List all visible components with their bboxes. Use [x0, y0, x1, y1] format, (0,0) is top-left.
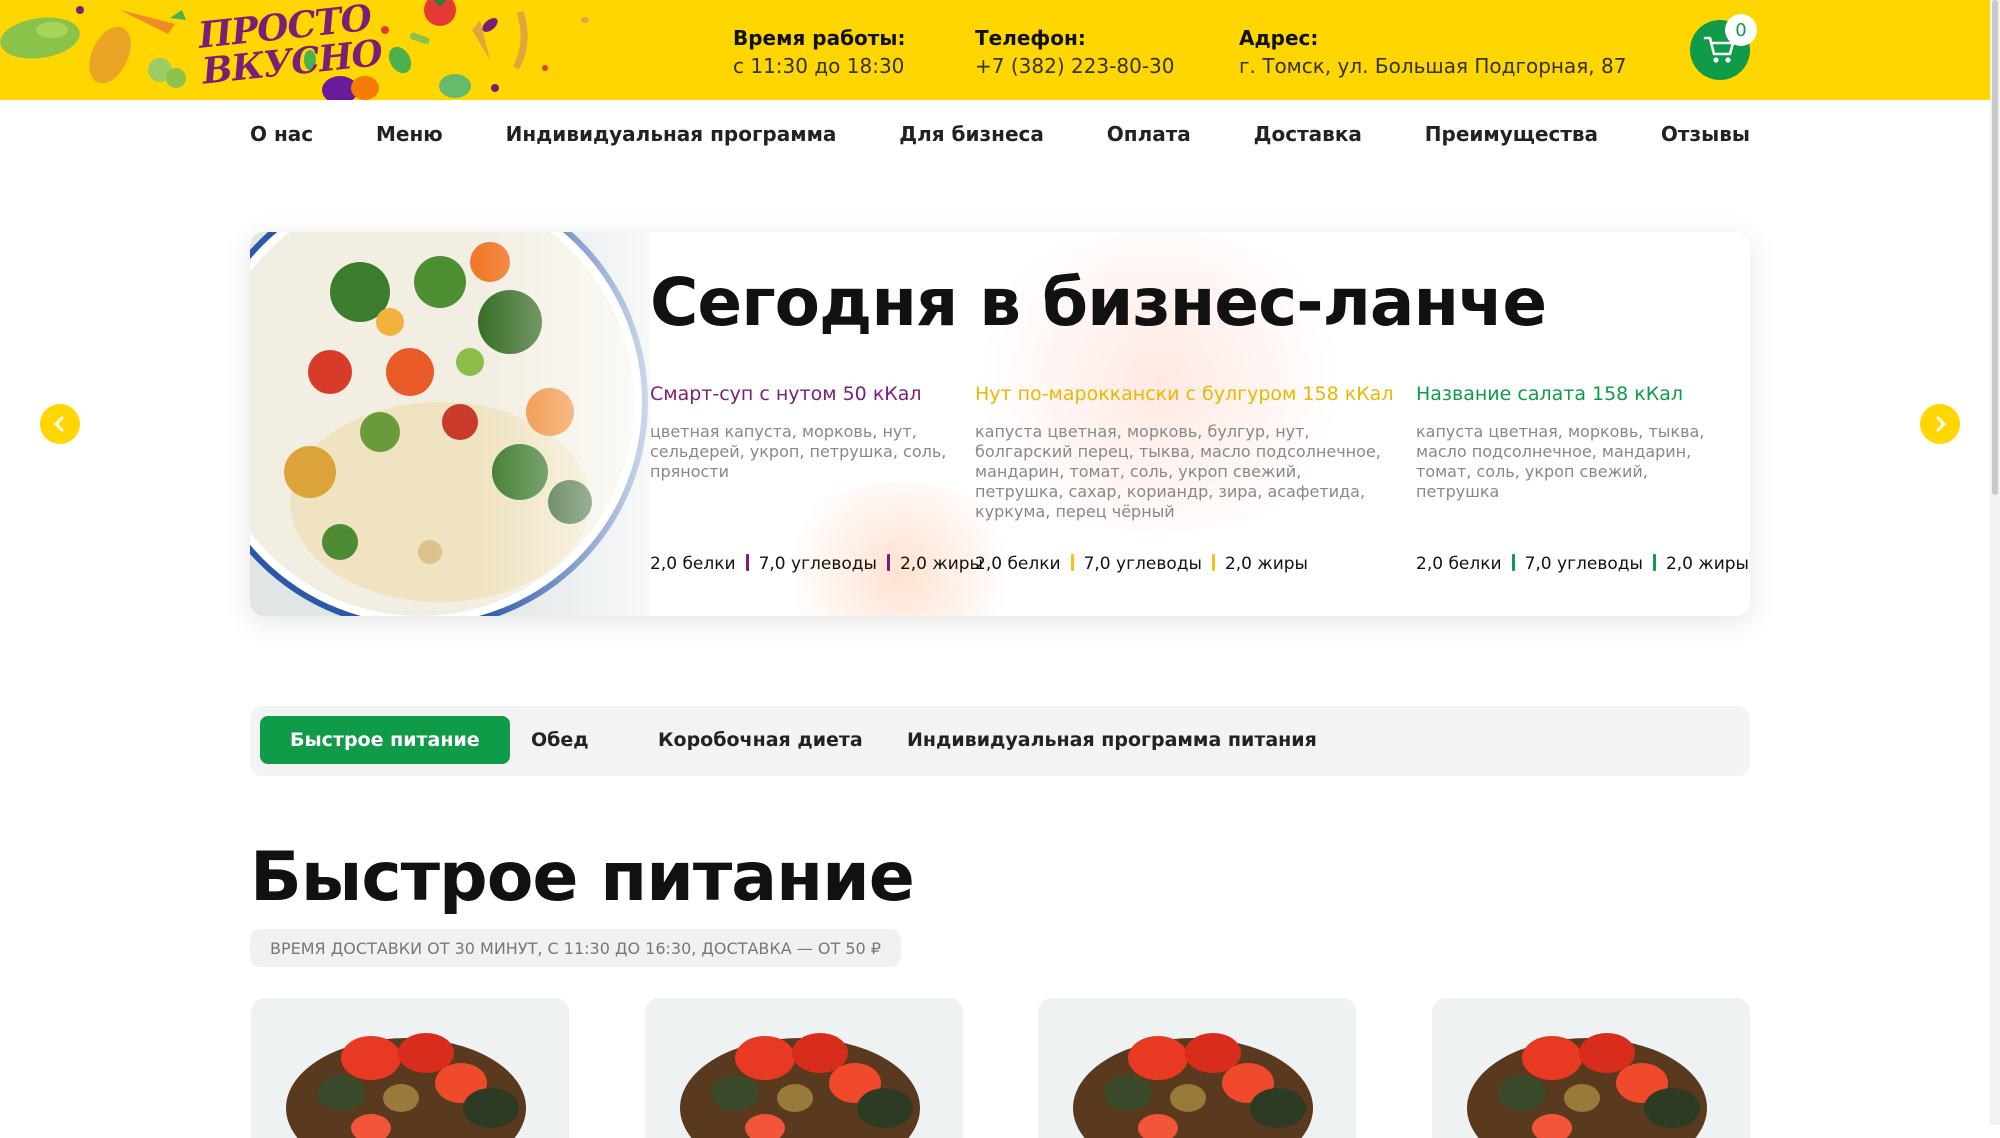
dish-ingredients: капуста цветная, морковь, тыква, масло п… [1416, 422, 1705, 501]
nav-item-individual-program[interactable]: Индивидуальная программа [506, 122, 837, 146]
product-image [1432, 998, 1750, 1138]
logo[interactable]: ПРОСТО ВКУСНО [0, 0, 600, 100]
tab-lunch[interactable]: Обед [531, 716, 589, 764]
dish-card: Смарт-суп с нутом 50 кКал цветная капуст… [650, 382, 990, 482]
header-bar: ПРОСТО ВКУСНО Время работы: с 11:30 до 1… [0, 0, 1990, 100]
slide-title: Сегодня в бизнес-ланче [650, 264, 1547, 341]
divider [1211, 554, 1215, 571]
dish-macros: 2,0 белки 7,0 углеводы 2,0 жиры [650, 554, 983, 574]
business-lunch-slide: Сегодня в бизнес-ланче Смарт-суп с нутом… [250, 232, 1750, 616]
dish-card: Нут по-марокканcки с булгуром 158 кКал к… [975, 382, 1394, 522]
dish-macros: 2,0 белки 7,0 углеводы 2,0 жиры [975, 554, 1308, 574]
slider-next-button[interactable] [1920, 404, 1960, 444]
chevron-right-icon [1936, 416, 1946, 432]
phone-label: Телефон: [975, 26, 1086, 50]
fat-value: 2,0 жиры [1224, 554, 1308, 574]
scrollbar-thumb[interactable] [1992, 0, 1998, 495]
divider [886, 554, 890, 571]
nav-item-reviews[interactable]: Отзывы [1661, 122, 1750, 146]
carbs-value: 7,0 углеводы [1083, 554, 1202, 574]
phone-value[interactable]: +7 (382) 223-80-30 [975, 52, 1174, 80]
carbs-value: 7,0 углеводы [758, 554, 877, 574]
carbs-value: 7,0 углеводы [1524, 554, 1643, 574]
dish-name: Смарт-суп с нутом 50 кКал [650, 383, 922, 405]
main-nav: О нас Меню Индивидуальная программа Для … [250, 118, 1750, 150]
product-card[interactable] [645, 998, 963, 1138]
divider [1652, 554, 1656, 571]
working-hours-label: Время работы: [733, 26, 906, 50]
protein-value: 2,0 белки [975, 554, 1061, 574]
protein-value: 2,0 белки [650, 554, 736, 574]
protein-value: 2,0 белки [1416, 554, 1502, 574]
product-card[interactable] [251, 998, 569, 1138]
nav-item-about[interactable]: О нас [250, 122, 313, 146]
logo-wordmark: ПРОСТО ВКУСНО [196, 0, 384, 93]
delivery-info-badge: ВРЕМЯ ДОСТАВКИ ОТ 30 МИНУТ, С 11:30 ДО 1… [250, 929, 901, 967]
nav-item-advantages[interactable]: Преимущества [1425, 122, 1598, 146]
cart-count-badge: 0 [1725, 14, 1757, 46]
fat-value: 2,0 жиры [899, 554, 983, 574]
section-title: Быстрое питание [250, 838, 915, 917]
dish-card: Название салата 158 кКал капуста цветная… [1416, 382, 1750, 502]
product-card[interactable] [1038, 998, 1356, 1138]
product-image [645, 998, 963, 1138]
product-image [1038, 998, 1356, 1138]
divider [1511, 554, 1515, 571]
dish-ingredients: капуста цветная, морковь, булгур, нут, б… [975, 422, 1381, 521]
divider [1070, 554, 1074, 571]
fat-value: 2,0 жиры [1665, 554, 1749, 574]
chevron-left-icon [54, 416, 64, 432]
address-value: г. Томск, ул. Большая Подгорная, 87 [1239, 54, 1627, 78]
dish-name: Нут по-марокканcки с булгуром 158 кКал [975, 383, 1394, 405]
address: Адрес: г. Томск, ул. Большая Подгорная, … [1239, 24, 1626, 80]
nav-item-delivery[interactable]: Доставка [1254, 122, 1362, 146]
slider-prev-button[interactable] [40, 404, 80, 444]
tab-fast-food[interactable]: Быстрое питание [260, 716, 510, 764]
product-image [251, 998, 569, 1138]
dish-name: Название салата 158 кКал [1416, 383, 1684, 405]
divider [745, 554, 749, 571]
nav-item-payment[interactable]: Оплата [1107, 122, 1191, 146]
nav-item-for-business[interactable]: Для бизнеса [899, 122, 1044, 146]
dish-ingredients: цветная капуста, морковь, нут, сельдерей… [650, 422, 947, 481]
working-hours-value: с 11:30 до 18:30 [733, 54, 905, 78]
address-label: Адрес: [1239, 26, 1319, 50]
menu-category-tabs: Быстрое питание Обед Коробочная диета Ин… [250, 706, 1750, 776]
nav-item-menu[interactable]: Меню [376, 122, 443, 146]
dish-macros: 2,0 белки 7,0 углеводы 2,0 жиры [1416, 554, 1749, 574]
product-card[interactable] [1432, 998, 1750, 1138]
tab-box-diet[interactable]: Коробочная диета [658, 716, 863, 764]
tab-individual-nutrition[interactable]: Индивидуальная программа питания [907, 716, 1317, 764]
working-hours: Время работы: с 11:30 до 18:30 [733, 24, 905, 80]
phone: Телефон: +7 (382) 223-80-30 [975, 24, 1174, 80]
